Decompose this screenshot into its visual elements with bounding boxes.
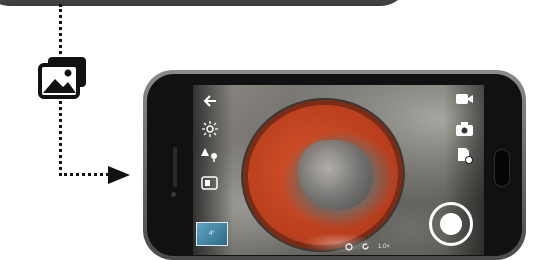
settings-panel-icon[interactable]: [201, 175, 219, 191]
speaker-grille: [173, 147, 177, 187]
thumbnail-label: 4°: [209, 231, 215, 237]
shutter-button-inner: [440, 213, 462, 235]
bottom-mini-controls: 1.0×: [345, 242, 390, 251]
proximity-sensor: [171, 192, 176, 197]
dotted-connector-horizontal: [59, 173, 109, 176]
video-camera-icon[interactable]: [456, 91, 474, 107]
phone-bezel: 4° 1.0×: [147, 74, 522, 256]
phone-device: 4° 1.0×: [143, 70, 526, 260]
dotted-connector-middle: [59, 96, 62, 176]
back-arrow-icon[interactable]: [201, 93, 219, 109]
light-intensity-icon[interactable]: [201, 146, 219, 162]
shutter-button[interactable]: [429, 202, 473, 246]
image-gallery-icon: [38, 57, 86, 99]
rotate-icon[interactable]: [361, 242, 370, 251]
brightness-icon[interactable]: [201, 121, 219, 137]
photo-camera-icon[interactable]: [456, 121, 474, 137]
document-settings-icon[interactable]: [456, 148, 474, 164]
dotted-connector-top: [59, 4, 62, 54]
zoom-level: 1.0×: [378, 243, 390, 250]
arrow-head-icon: [108, 166, 130, 184]
camera-viewfinder[interactable]: 4° 1.0×: [193, 85, 484, 255]
mode-icon[interactable]: [345, 242, 353, 251]
home-button[interactable]: [494, 149, 510, 187]
